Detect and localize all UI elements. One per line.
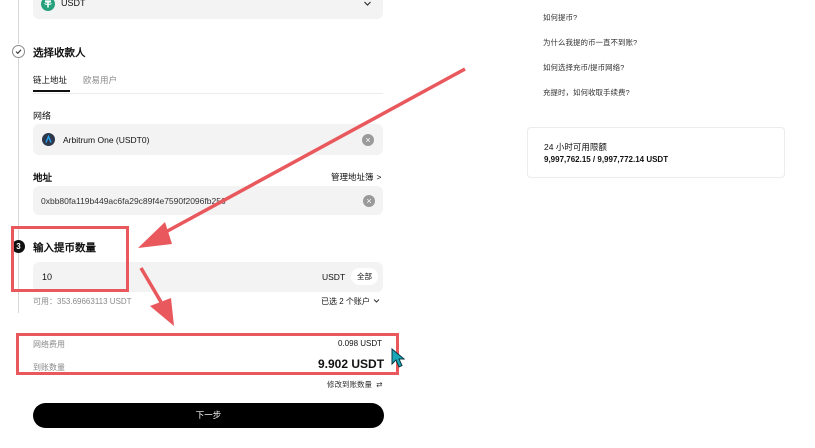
annotation-arrowhead: [150, 298, 174, 326]
annotation-arrow-line: [161, 67, 466, 236]
annotation-arrow-line: [139, 267, 163, 303]
mouse-cursor-icon: [391, 348, 405, 368]
annotation-arrowhead: [138, 222, 172, 248]
annotation-arrows: [138, 67, 466, 326]
